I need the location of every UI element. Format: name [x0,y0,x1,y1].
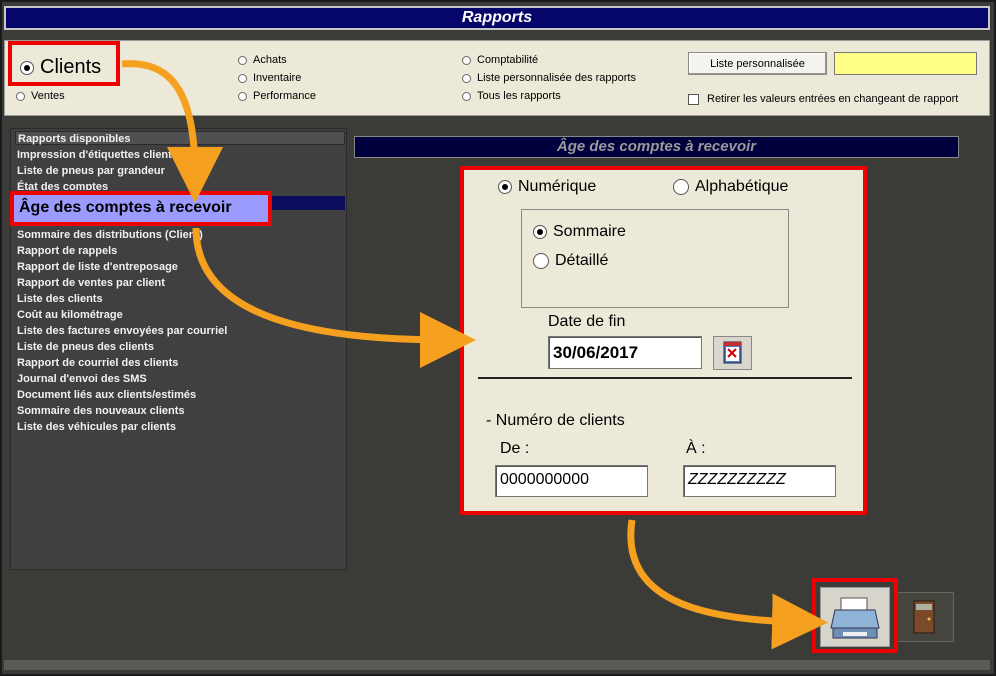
arrow-clients-to-report [121,60,223,203]
arrow-report-to-form [192,227,476,368]
annotation-arrows [121,60,828,650]
arrow-form-to-print [627,519,828,650]
